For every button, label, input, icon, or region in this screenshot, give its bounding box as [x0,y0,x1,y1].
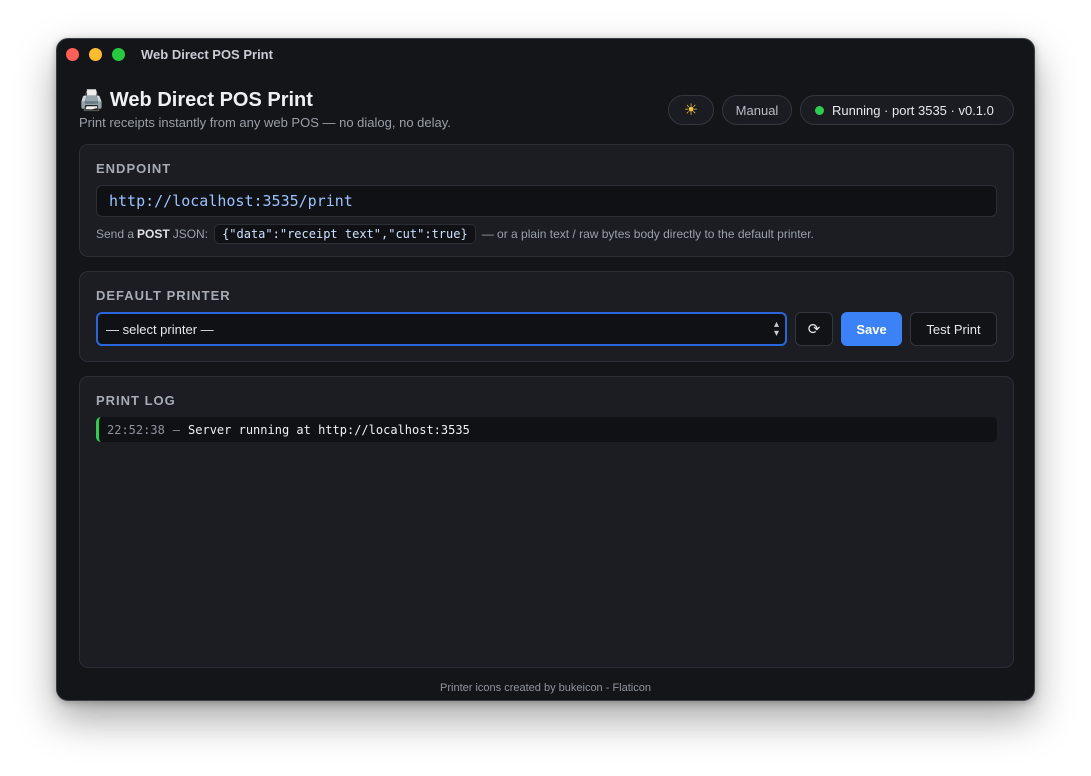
status-badge: Running · port 3535 · v0.1.0 [800,95,1014,125]
log-entry-time: 22:52:38 [107,422,165,437]
log-entry-separator: – [172,422,181,437]
hint-prefix: Send a [96,227,135,241]
printer-select[interactable]: — select printer — ▴ ▾ [96,312,787,346]
footer-credit: Printer icons created by bukeicon - Flat… [440,682,651,694]
hint-method: POST [137,227,170,241]
log-entry: 22:52:38 – Server running at http://loca… [96,417,997,442]
endpoint-card: ENDPOINT http://localhost:3535/print Sen… [79,144,1014,257]
select-arrows-icon: ▴ ▾ [773,319,779,339]
test-print-button[interactable]: Test Print [910,312,997,346]
printer-select-value: — select printer — [106,321,214,337]
json-example-code: {"data":"receipt text","cut":true} [214,224,476,244]
window-title: Web Direct POS Print [141,47,273,62]
save-button[interactable]: Save [841,312,902,346]
print-log-card: PRINT LOG 22:52:38 – Server running at h… [79,376,1014,668]
status-text: Running · port 3535 · v0.1.0 [832,102,994,118]
page-subtitle: Print receipts instantly from any web PO… [79,115,451,130]
endpoint-label: ENDPOINT [96,161,172,176]
print-log-label: PRINT LOG [96,393,176,408]
printer-icon: 🖨️ [79,89,104,112]
minimize-window-button[interactable] [89,48,102,61]
zoom-window-button[interactable] [112,48,125,61]
title-bar: Web Direct POS Print [57,39,1034,71]
hint-json-word: JSON: [172,227,209,241]
manual-button[interactable]: Manual [722,95,792,125]
endpoint-url-field[interactable]: http://localhost:3535/print [96,185,997,217]
endpoint-hint: Send a POST JSON: {"data":"receipt text"… [96,224,814,244]
status-dot-icon [815,105,824,115]
refresh-icon: ⟳ [807,321,821,338]
log-entry-message: Server running at http://localhost:3535 [188,422,470,437]
sun-icon: ☀ [683,102,699,119]
default-printer-label: DEFAULT PRINTER [96,288,231,303]
app-window: Web Direct POS Print 🖨️ Web Direct POS P… [56,38,1035,701]
default-printer-card: DEFAULT PRINTER — select printer — ▴ ▾ ⟳ … [79,271,1014,362]
page-title-text: Web Direct POS Print [109,89,313,111]
close-window-button[interactable] [66,48,79,61]
refresh-printers-button[interactable]: ⟳ [795,312,833,346]
theme-toggle-button[interactable]: ☀ [668,95,714,125]
hint-suffix: — or a plain text / raw bytes body direc… [481,227,814,241]
page-title: 🖨️ Web Direct POS Print [79,89,313,112]
